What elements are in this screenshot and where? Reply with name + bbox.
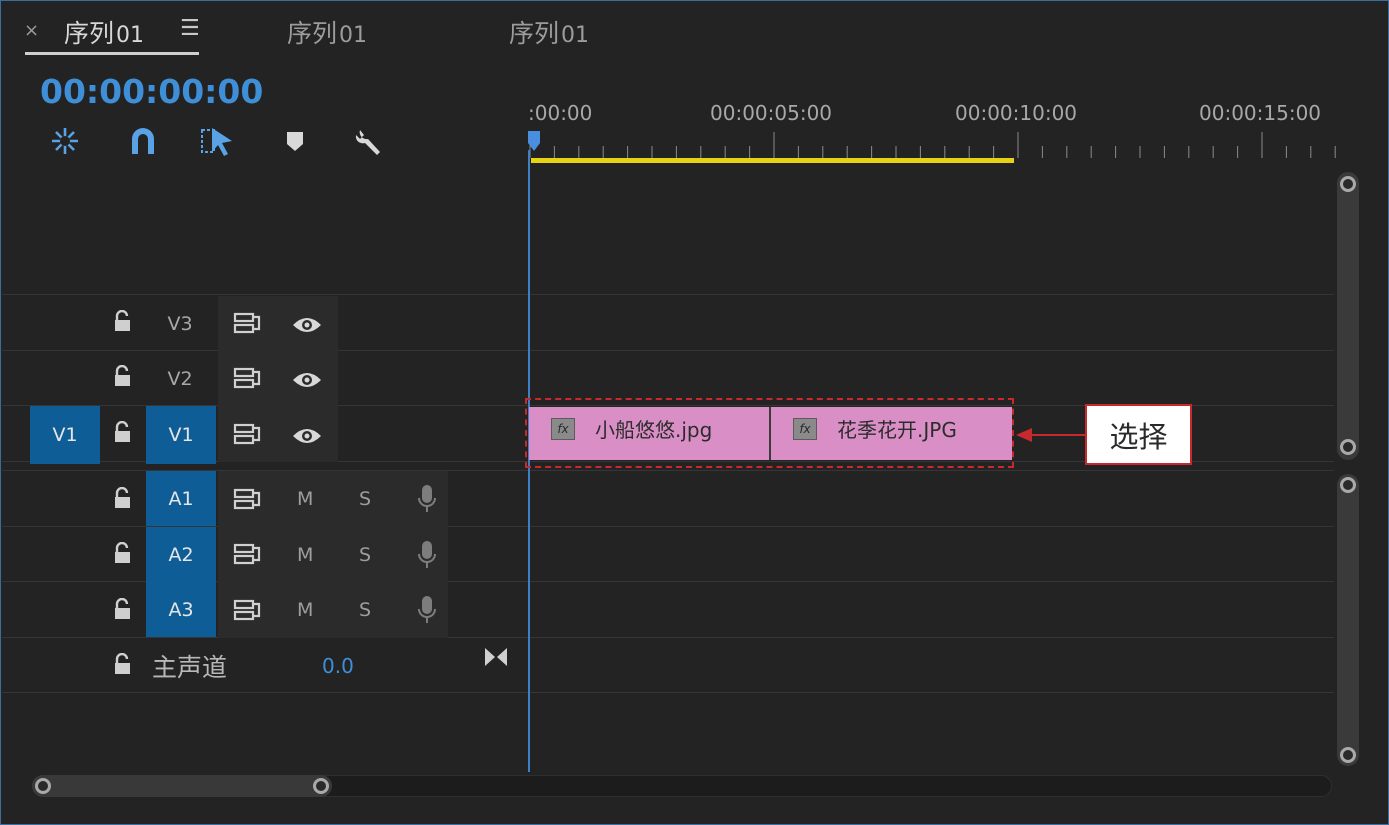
add-marker-icon[interactable] — [278, 124, 312, 158]
track-name-v2[interactable]: V2 — [145, 351, 215, 407]
eye-icon[interactable] — [292, 315, 322, 335]
sync-lock-icon[interactable] — [233, 422, 263, 446]
tab-number: 01 — [116, 23, 145, 48]
eye-icon[interactable] — [292, 426, 322, 446]
ruler-label-15s: 00:00:15:00 — [1199, 101, 1322, 125]
sync-lock-icon[interactable] — [233, 366, 263, 390]
master-track-label: 主声道 — [152, 653, 228, 682]
video-vertical-scrollbar[interactable] — [1337, 172, 1359, 460]
solo-button[interactable]: S — [359, 599, 371, 621]
tab-close-button[interactable]: × — [24, 20, 39, 41]
lock-icon[interactable] — [113, 310, 133, 332]
go-to-in-out-icon[interactable] — [483, 646, 509, 668]
linked-selection-icon[interactable] — [200, 124, 234, 158]
track-target-a1[interactable]: A1 — [146, 471, 216, 526]
tab-number: 01 — [339, 23, 368, 48]
tab-label: 序列 — [64, 19, 115, 48]
tab-label: 序列 — [287, 19, 338, 48]
playhead-timecode[interactable]: 00:00:00:00 — [40, 72, 263, 111]
solo-button[interactable]: S — [359, 488, 371, 510]
mute-button[interactable]: M — [297, 599, 313, 621]
playhead-handle[interactable] — [528, 131, 540, 151]
lock-icon[interactable] — [113, 421, 133, 443]
lock-icon[interactable] — [113, 653, 133, 675]
work-area-bar[interactable] — [531, 158, 1014, 163]
sync-lock-icon[interactable] — [233, 311, 263, 335]
mute-button[interactable]: M — [297, 488, 313, 510]
voiceover-mic-icon[interactable] — [417, 595, 437, 625]
lock-icon[interactable] — [113, 365, 133, 387]
scroll-handle[interactable] — [1340, 439, 1356, 455]
sync-lock-icon[interactable] — [233, 542, 263, 566]
lock-icon[interactable] — [113, 487, 133, 509]
active-tab-underline — [25, 52, 199, 55]
eye-icon[interactable] — [292, 370, 322, 390]
tab-sequence-01-active[interactable]: 序列01 — [64, 14, 144, 50]
track-name-v3[interactable]: V3 — [145, 296, 215, 352]
scroll-handle[interactable] — [1340, 176, 1356, 192]
voiceover-mic-icon[interactable] — [417, 484, 437, 514]
wrench-settings-icon[interactable] — [352, 124, 386, 158]
lock-icon[interactable] — [113, 542, 133, 564]
ruler-label-0: :00:00 — [528, 101, 593, 125]
lock-icon[interactable] — [113, 598, 133, 620]
scroll-handle[interactable] — [1340, 747, 1356, 763]
source-patch-v1[interactable]: V1 — [30, 406, 100, 464]
snap-magnet-icon[interactable] — [126, 124, 160, 158]
tab-menu-icon[interactable]: ☰ — [180, 16, 200, 41]
audio-vertical-scrollbar[interactable] — [1337, 474, 1359, 766]
track-target-a3[interactable]: A3 — [146, 582, 216, 637]
horizontal-scroll-thumb[interactable] — [32, 775, 332, 797]
voiceover-mic-icon[interactable] — [417, 540, 437, 570]
tab-number: 01 — [561, 23, 590, 48]
annotation-arrow — [1016, 428, 1086, 442]
insert-overwrite-icon[interactable] — [48, 124, 82, 158]
tab-sequence-01-third[interactable]: 序列01 — [509, 14, 589, 50]
scroll-handle[interactable] — [35, 778, 51, 794]
tab-sequence-01-second[interactable]: 序列01 — [287, 14, 367, 50]
annotation-callout: 选择 — [1085, 404, 1192, 465]
mute-button[interactable]: M — [297, 544, 313, 566]
row-divider — [2, 692, 1334, 693]
selection-highlight-box — [525, 398, 1014, 468]
tab-label: 序列 — [509, 19, 560, 48]
ruler-label-10s: 00:00:10:00 — [955, 101, 1078, 125]
track-target-a2[interactable]: A2 — [146, 527, 216, 582]
scroll-handle[interactable] — [313, 778, 329, 794]
row-divider — [2, 637, 1334, 638]
solo-button[interactable]: S — [359, 544, 371, 566]
scroll-handle[interactable] — [1340, 477, 1356, 493]
ruler-label-5s: 00:00:05:00 — [710, 101, 833, 125]
row-divider — [2, 294, 1334, 295]
master-volume-value[interactable]: 0.0 — [322, 654, 354, 678]
sync-lock-icon[interactable] — [233, 487, 263, 511]
track-target-v1[interactable]: V1 — [146, 406, 216, 464]
sync-lock-icon[interactable] — [233, 598, 263, 622]
